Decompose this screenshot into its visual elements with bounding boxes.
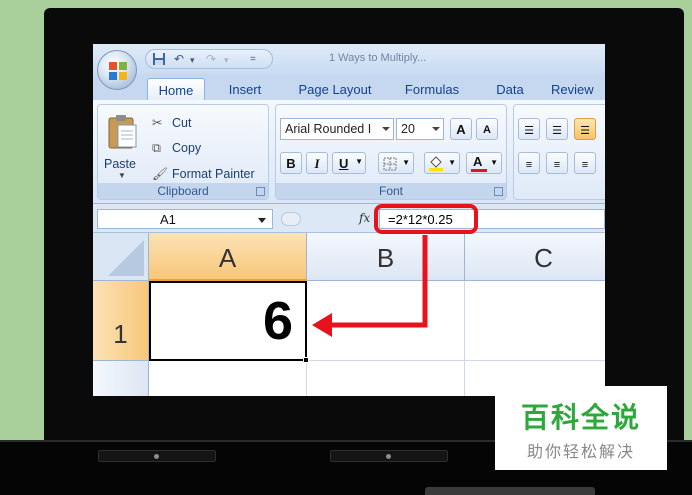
watermark-subtitle: 助你轻松解决 [526,442,635,461]
watermark-title: 百科全说 [520,401,641,434]
watermark-logo: 百科全说 助你轻松解决 [495,386,667,470]
